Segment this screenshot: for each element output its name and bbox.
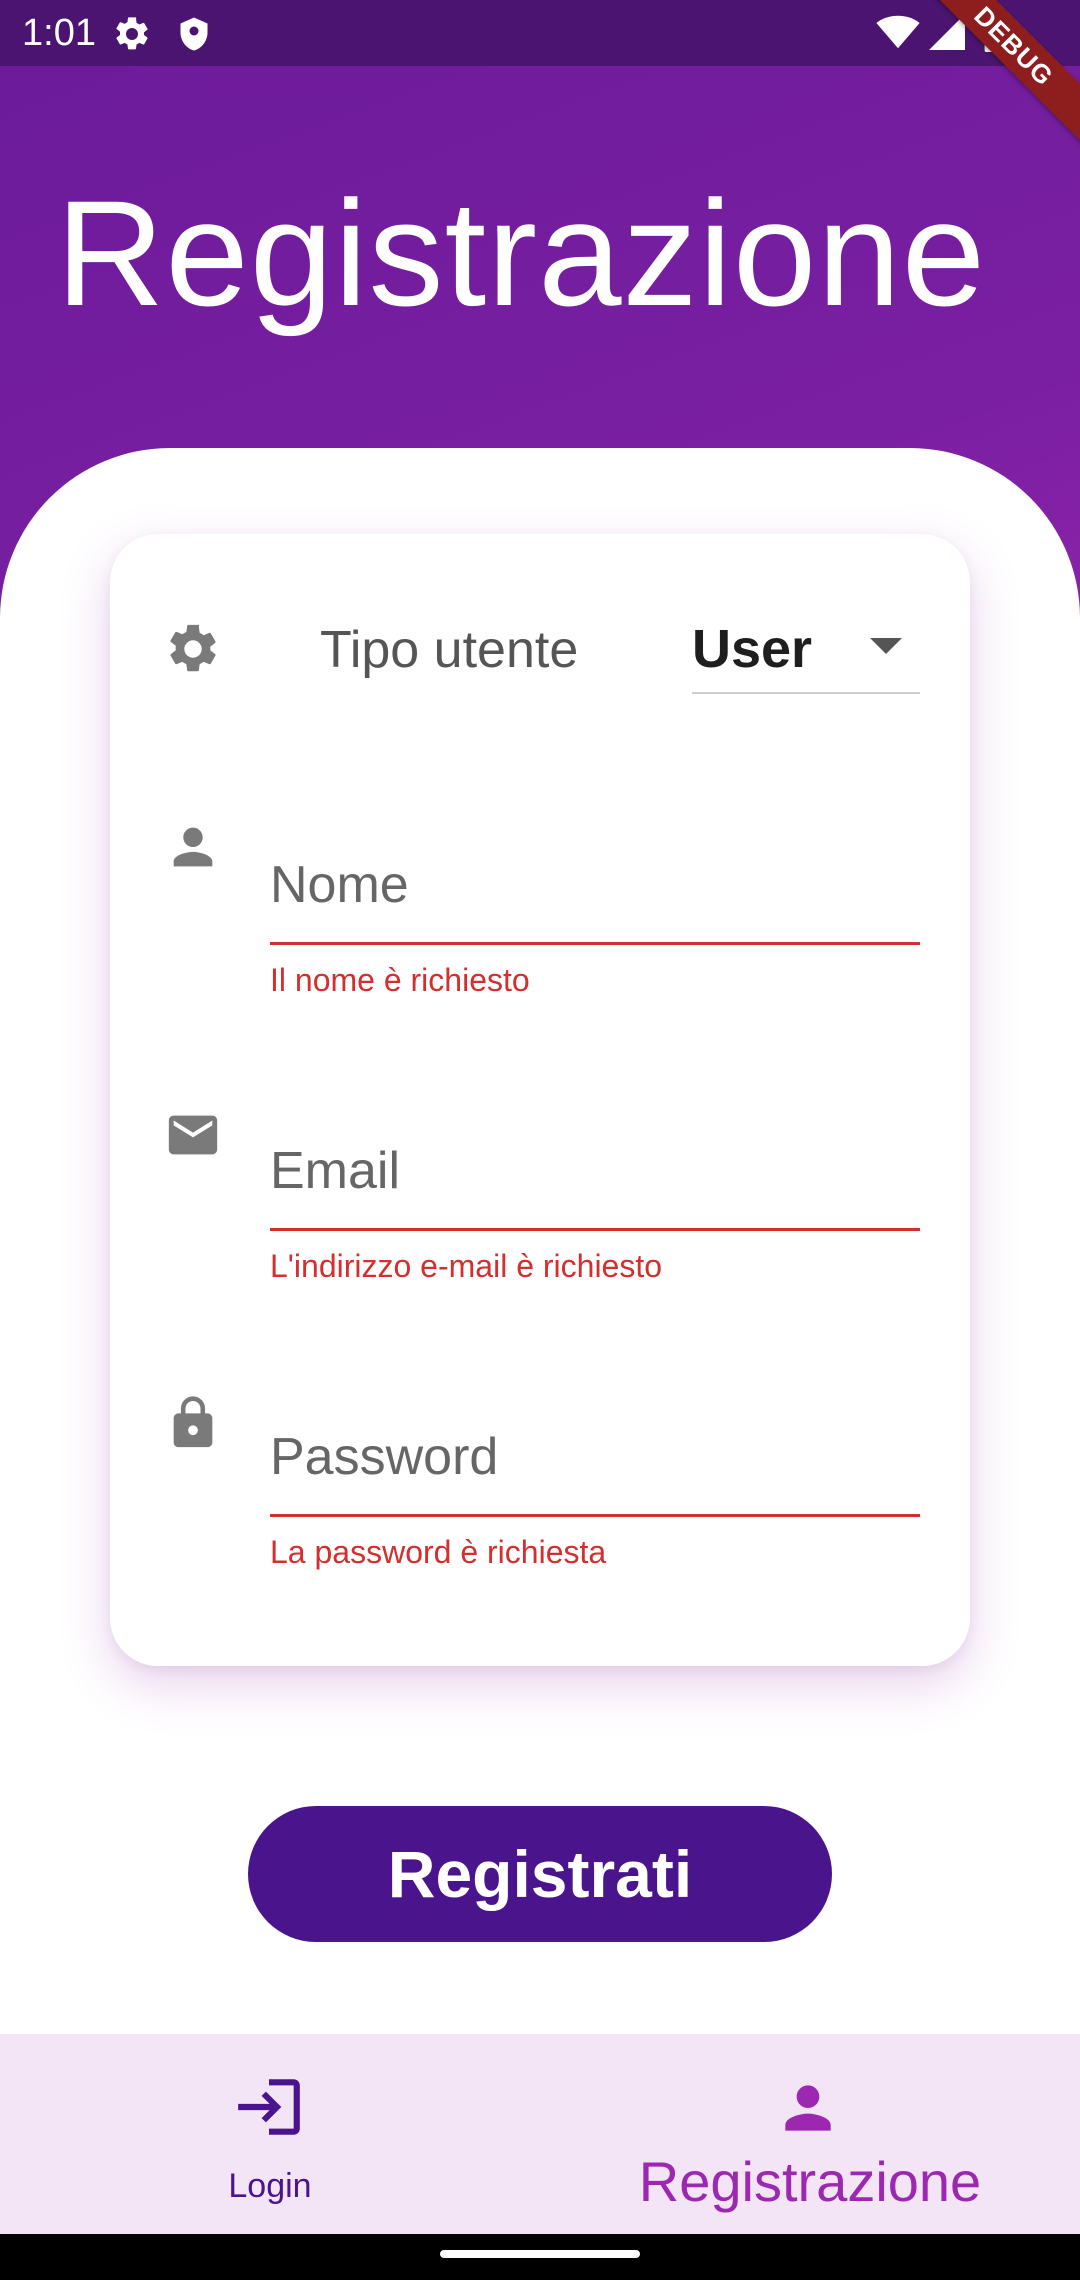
nav-item-login[interactable]: Login: [0, 2034, 540, 2234]
name-field[interactable]: [270, 846, 920, 945]
user-type-dropdown[interactable]: User: [692, 610, 920, 694]
lock-icon: [173, 1396, 213, 1448]
person-icon: [173, 827, 213, 867]
nav-item-registrazione[interactable]: Registrazione: [540, 2034, 1080, 2234]
user-type-label: Tipo utente: [320, 621, 579, 679]
dropdown-caret-icon: [870, 638, 902, 654]
email-field[interactable]: [270, 1132, 920, 1231]
login-icon: [238, 2079, 300, 2135]
mail-icon: [168, 1115, 218, 1155]
email-input[interactable]: [270, 1132, 920, 1228]
gear-icon: [116, 17, 148, 50]
status-time: 1:01: [22, 12, 96, 54]
gear-icon: [170, 624, 216, 672]
shield-icon: [180, 17, 208, 51]
user-type-selected: User: [692, 619, 813, 679]
register-button[interactable]: Registrati: [248, 1806, 832, 1942]
home-indicator[interactable]: [440, 2250, 640, 2258]
wifi-icon: [876, 15, 920, 49]
nav-login-label: Login: [228, 2167, 312, 2205]
system-navigation-bar: [0, 2234, 1080, 2280]
email-error: L'indirizzo e-mail è richiesto: [270, 1248, 663, 1284]
status-bar: 1:01: [0, 0, 1080, 66]
name-input[interactable]: [270, 846, 920, 942]
page-title: Registrazione: [56, 169, 987, 337]
bottom-navigation: Login Registrazione: [0, 2034, 1080, 2234]
password-field[interactable]: [270, 1418, 920, 1517]
name-error: Il nome è richiesto: [270, 962, 530, 998]
password-input[interactable]: [270, 1418, 920, 1514]
person-icon: [785, 2085, 831, 2131]
password-error: La password è richiesta: [270, 1534, 607, 1570]
nav-registrazione-label: Registrazione: [638, 2150, 982, 2213]
